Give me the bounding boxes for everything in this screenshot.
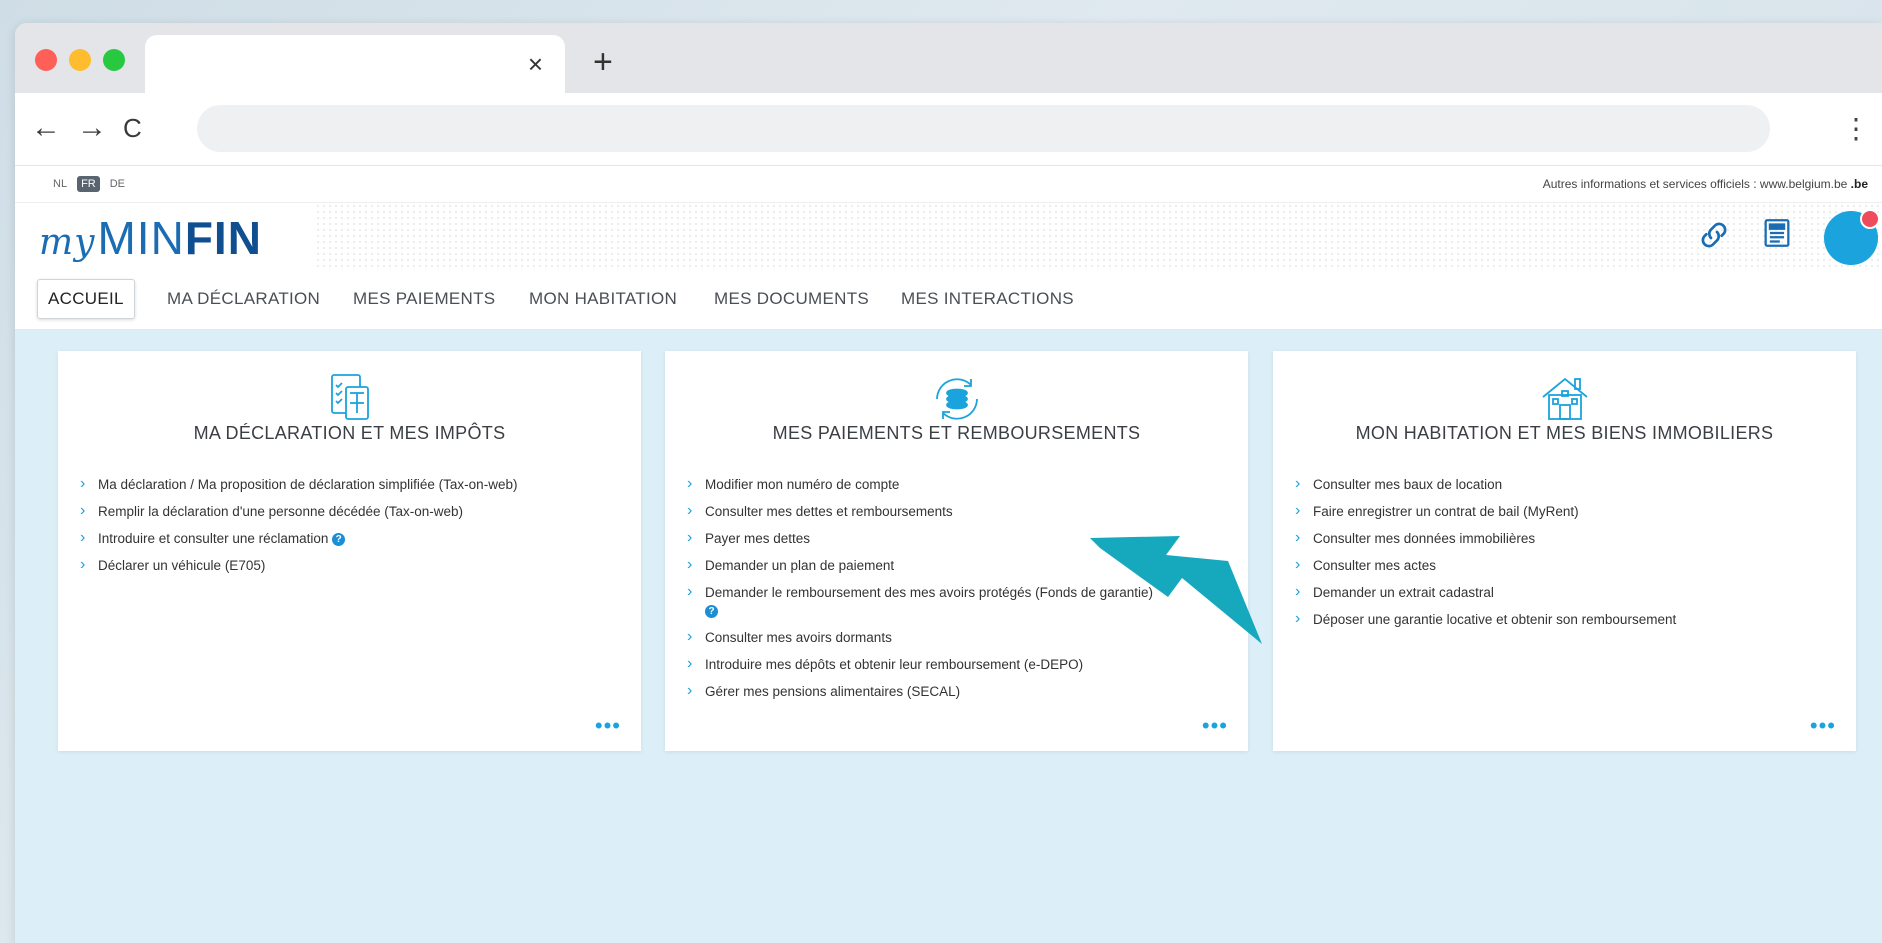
- help-icon[interactable]: ?: [332, 532, 346, 546]
- card-title: MA DÉCLARATION ET MES IMPÔTS: [193, 423, 506, 443]
- official-services: Autres informations et services officiel…: [1543, 177, 1868, 191]
- window-controls: [35, 49, 125, 71]
- link-icon[interactable]: [1696, 215, 1732, 263]
- house-icon: [1541, 377, 1588, 420]
- help-icon[interactable]: ?: [705, 604, 718, 618]
- nav-mes-paiements[interactable]: MES PAIEMENTS: [353, 269, 495, 329]
- nav-ma-declaration[interactable]: MA DÉCLARATION: [167, 269, 320, 329]
- site-header: myMINFIN: [15, 203, 1882, 269]
- browser-tab[interactable]: ×: [145, 35, 565, 93]
- card-link-label: Remplir la déclaration d'une personne dé…: [98, 504, 464, 519]
- tab-strip: × +: [15, 23, 1882, 93]
- card-title: MES PAIEMENTS ET REMBOURSEMENTS: [772, 423, 1141, 443]
- lang-fr[interactable]: FR: [77, 176, 100, 192]
- logo-my: my: [39, 222, 96, 263]
- card-link[interactable]: Déclarer un véhicule (E705): [80, 556, 619, 575]
- reload-icon[interactable]: C: [123, 113, 142, 143]
- card-link[interactable]: Modifier mon numéro de compte: [687, 475, 1226, 494]
- site-top-bar: NL FR DE Autres informations et services…: [15, 166, 1882, 203]
- close-window-button[interactable]: [35, 49, 57, 71]
- belgium-be-logo[interactable]: .be: [1851, 177, 1868, 191]
- more-options-icon[interactable]: •••: [1810, 715, 1836, 737]
- nav-accueil[interactable]: ACCUEIL: [37, 279, 135, 319]
- card-link[interactable]: Consulter mes données immobilières: [1295, 529, 1834, 548]
- new-tab-icon[interactable]: +: [593, 45, 613, 79]
- card-paiements: MES PAIEMENTS ET REMBOURSEMENTS Modifier…: [665, 351, 1248, 751]
- card-habitation: MON HABITATION ET MES BIENS IMMOBILIERS …: [1273, 351, 1856, 751]
- nav-mes-documents[interactable]: MES DOCUMENTS: [714, 269, 869, 329]
- card-link[interactable]: Remplir la déclaration d'une personne dé…: [80, 502, 619, 521]
- news-icon[interactable]: [1760, 215, 1794, 259]
- card-link[interactable]: Demander un extrait cadastral: [1295, 583, 1834, 602]
- back-arrow-icon[interactable]: ←: [31, 113, 61, 143]
- card-link[interactable]: Introduire et consulter une réclamation …: [80, 529, 619, 548]
- card-link-label: Introduire et consulter une réclamation: [98, 531, 329, 546]
- main-navigation: ACCUEIL MA DÉCLARATION MES PAIEMENTS MON…: [15, 269, 1882, 330]
- forward-arrow-icon[interactable]: →: [77, 113, 107, 143]
- more-options-icon[interactable]: •••: [1202, 715, 1228, 737]
- logo-min: MIN: [97, 212, 185, 264]
- notification-badge: [1860, 209, 1880, 229]
- card-link[interactable]: Demander un plan de paiement: [687, 556, 1226, 575]
- card-link[interactable]: Consulter mes actes: [1295, 556, 1834, 575]
- close-tab-icon[interactable]: ×: [528, 51, 543, 77]
- card-link[interactable]: Ma déclaration / Ma proposition de décla…: [80, 475, 619, 494]
- card-link-list: Modifier mon numéro de compte Consulter …: [687, 475, 1226, 710]
- nav-mes-interactions[interactable]: MES INTERACTIONS: [901, 269, 1074, 329]
- card-link-list: Consulter mes baux de location Faire enr…: [1295, 475, 1834, 638]
- official-services-link[interactable]: Autres informations et services officiel…: [1543, 177, 1848, 191]
- card-link[interactable]: Payer mes dettes: [687, 529, 1226, 548]
- card-link[interactable]: Gérer mes pensions alimentaires (SECAL): [687, 682, 1226, 701]
- card-link[interactable]: Consulter mes avoirs dormants: [687, 628, 1226, 647]
- card-link-label: Demander le remboursement des mes avoirs…: [705, 585, 1153, 600]
- card-link[interactable]: Consulter mes baux de location: [1295, 475, 1834, 494]
- dashboard-cards: MA DÉCLARATION ET MES IMPÔTS Ma déclarat…: [15, 328, 1882, 751]
- lang-nl[interactable]: NL: [49, 176, 71, 192]
- myminfin-logo[interactable]: myMINFIN: [39, 211, 262, 265]
- card-link[interactable]: Déposer une garantie locative et obtenir…: [1295, 610, 1834, 629]
- lang-de[interactable]: DE: [106, 176, 129, 192]
- card-declaration: MA DÉCLARATION ET MES IMPÔTS Ma déclarat…: [58, 351, 641, 751]
- coins-icon: [935, 378, 978, 420]
- browser-menu-icon[interactable]: ⋮: [1842, 115, 1870, 143]
- language-switcher: NL FR DE: [49, 176, 129, 192]
- browser-toolbar: ← → C ⋮: [15, 93, 1882, 166]
- browser-window: × + ← → C ⋮ NL FR DE Autres informations…: [15, 23, 1882, 943]
- card-title: MON HABITATION ET MES BIENS IMMOBILIERS: [1355, 423, 1774, 443]
- card-link[interactable]: Introduire mes dépôts et obtenir leur re…: [687, 655, 1226, 674]
- logo-fin: FIN: [184, 212, 262, 264]
- maximize-window-button[interactable]: [103, 49, 125, 71]
- tax-form-icon: [330, 374, 369, 420]
- card-link-list: Ma déclaration / Ma proposition de décla…: [80, 475, 619, 584]
- card-link[interactable]: Faire enregistrer un contrat de bail (My…: [1295, 502, 1834, 521]
- card-link[interactable]: Consulter mes dettes et remboursements: [687, 502, 1226, 521]
- address-bar[interactable]: [197, 105, 1770, 152]
- minimize-window-button[interactable]: [69, 49, 91, 71]
- more-options-icon[interactable]: •••: [595, 715, 621, 737]
- nav-mon-habitation[interactable]: MON HABITATION: [529, 269, 677, 329]
- card-link[interactable]: Demander le remboursement des mes avoirs…: [687, 583, 1226, 620]
